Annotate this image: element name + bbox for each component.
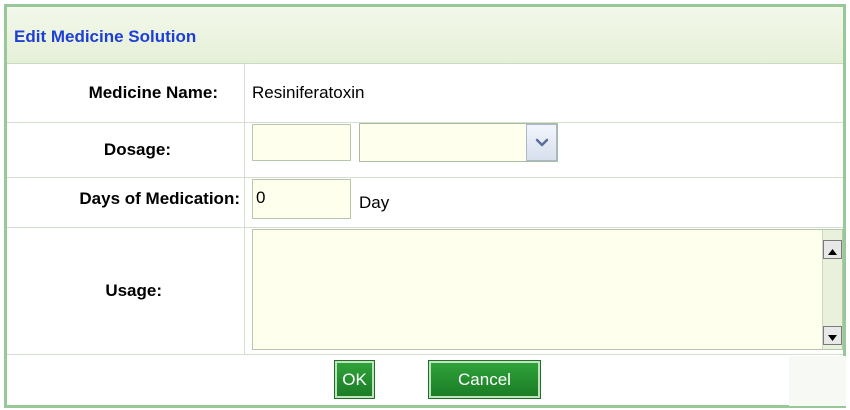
usage-label: Usage: [105,281,162,300]
usage-scrollbar[interactable] [822,230,842,349]
triangle-down-icon [828,326,837,346]
scroll-up-button[interactable] [823,240,842,259]
chevron-down-icon [535,133,549,153]
medicine-name-label: Medicine Name: [88,83,218,102]
dosage-unit-dropdown-button[interactable] [526,124,557,161]
dialog-titlebar: Edit Medicine Solution [7,7,843,64]
dosage-amount-input[interactable] [252,124,351,161]
row-divider [7,354,843,355]
days-of-medication-label: Days of Medication: [79,189,240,208]
cancel-button[interactable]: Cancel [428,360,541,399]
medicine-name-value: Resiniferatoxin [252,83,365,102]
dosage-label: Dosage: [103,140,171,159]
row-divider [7,177,843,178]
row-divider [7,227,843,228]
footer-cell [789,356,846,406]
dialog-title: Edit Medicine Solution [14,27,197,46]
days-of-medication-input[interactable] [252,179,351,219]
scroll-down-button[interactable] [823,326,842,345]
usage-textarea[interactable] [252,229,843,350]
edit-medicine-dialog: Edit Medicine Solution Medicine Name: Re… [4,4,846,408]
days-unit-label: Day [359,193,390,212]
column-divider [244,64,245,354]
triangle-up-icon [828,240,837,260]
ok-button[interactable]: OK [334,360,375,399]
dosage-unit-select[interactable] [359,123,558,162]
